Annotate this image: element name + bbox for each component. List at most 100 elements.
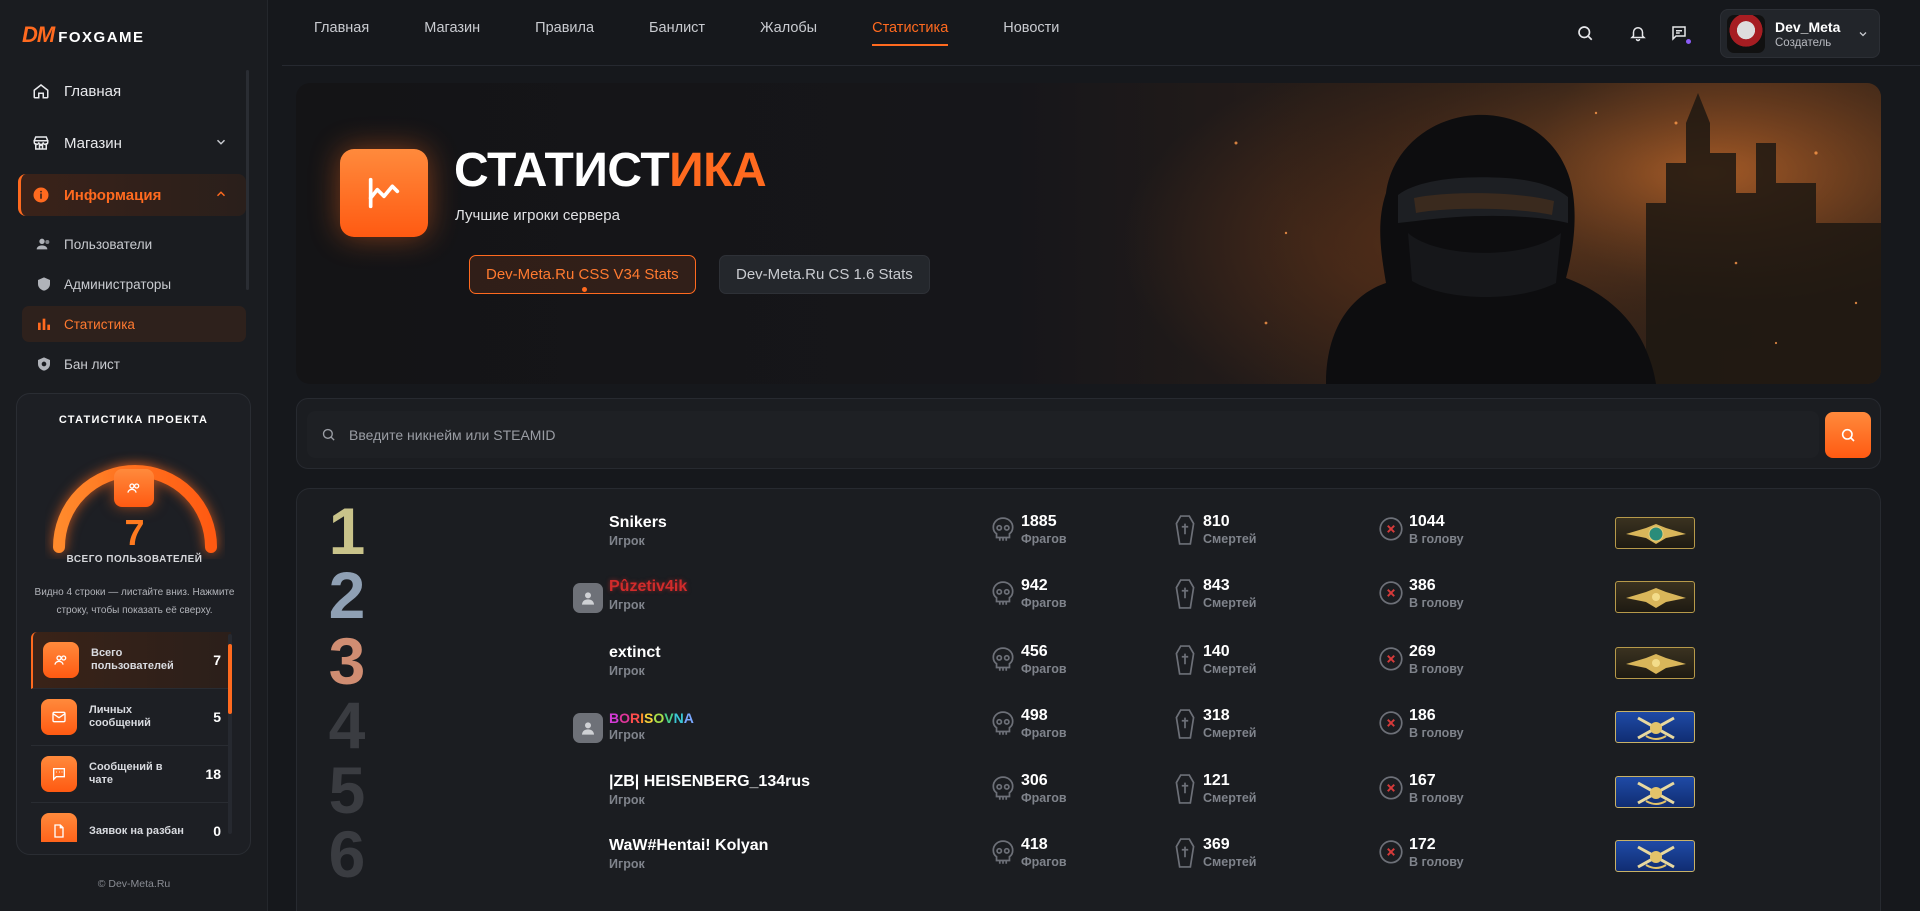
mail-icon	[41, 699, 77, 735]
headshot-icon	[1377, 579, 1405, 609]
tab-home[interactable]: Главная	[314, 0, 369, 56]
table-row[interactable]: 4 BORISOVNA Игрок 498 Фрагов 318 Смертей 186 В г…	[297, 689, 1880, 761]
bar-chart-icon	[36, 316, 52, 332]
deaths-label: Смертей	[1203, 662, 1257, 676]
stats-list-scrollbar[interactable]	[228, 634, 232, 834]
frags-stat: 306 Фрагов	[989, 772, 1067, 806]
sidebar-item-home[interactable]: Главная	[18, 70, 246, 112]
logo-text: FOXGAME	[58, 29, 145, 46]
frags-stat: 456 Фрагов	[989, 643, 1067, 677]
table-row[interactable]: 2 Pûzetiv4ik Игрок 942 Фрагов 843 Смертей 386 В …	[297, 559, 1880, 631]
headshot-icon	[1377, 515, 1405, 545]
table-row[interactable]: 6 WaW#Hentai! Kolyan Игрок 418 Фрагов 369 Смер…	[297, 818, 1880, 890]
stats-row-chat-messages[interactable]: Сообщений в чате 18	[31, 746, 231, 803]
player-name[interactable]: extinct	[609, 644, 661, 662]
tab-shop[interactable]: Магазин	[424, 0, 480, 56]
table-row[interactable]: 1 Snikers Игрок 1885 Фрагов 810 Смертей 1044 В г…	[297, 495, 1880, 567]
server-tab-css[interactable]: Dev-Meta.Ru CSS V34 Stats	[469, 255, 696, 294]
sidebar-item-label: Главная	[64, 82, 122, 100]
headshots-value: 167	[1409, 772, 1436, 789]
sidebar-item-shop[interactable]: Магазин	[18, 122, 246, 164]
avatar	[1727, 14, 1765, 53]
skull-icon	[989, 774, 1017, 804]
bell-icon[interactable]	[1627, 22, 1649, 44]
tab-news[interactable]: Новости	[1003, 0, 1059, 56]
users-icon	[36, 236, 52, 252]
sidebar-item-users[interactable]: Пользователи	[22, 226, 246, 262]
chevron-up-icon	[214, 187, 228, 201]
rank-badge-icon	[1615, 776, 1695, 808]
trend-chart-icon	[340, 149, 428, 237]
stats-row-total-users[interactable]: Всего пользователей 7	[31, 632, 231, 689]
player-name[interactable]: BORISOVNA	[609, 710, 694, 726]
player-avatar[interactable]	[573, 713, 603, 743]
sidebar-scrollbar[interactable]	[246, 70, 249, 290]
player-avatar[interactable]	[573, 583, 603, 613]
project-stats-card: СТАТИСТИКА ПРОЕКТА 7 ВСЕГО ПОЛЬЗОВАТЕЛЕЙ…	[16, 393, 251, 855]
headshots-stat: 386 В голову	[1377, 577, 1464, 611]
headshots-value: 186	[1409, 707, 1436, 724]
search-button[interactable]	[1825, 412, 1871, 458]
headshot-icon	[1377, 774, 1405, 804]
table-row[interactable]: 3 extinct Игрок 456 Фрагов 140 Смертей 269 В гол…	[297, 625, 1880, 697]
deaths-label: Смертей	[1203, 532, 1257, 546]
headshots-stat: 172 В голову	[1377, 836, 1464, 870]
sidebar-item-admins[interactable]: Администраторы	[22, 266, 246, 302]
shield-icon	[36, 276, 52, 292]
rank-number: 1	[328, 494, 366, 568]
player-role: Игрок	[609, 857, 645, 871]
user-menu[interactable]: Dev_Meta Создатель	[1720, 9, 1880, 58]
server-tab-cs16[interactable]: Dev-Meta.Ru CS 1.6 Stats	[719, 255, 930, 294]
skull-icon	[989, 579, 1017, 609]
logo[interactable]: DM FOXGAME	[22, 22, 145, 48]
search-icon[interactable]	[1574, 22, 1596, 44]
sidebar-item-label: Информация	[64, 186, 162, 204]
rank-number: 6	[328, 817, 366, 891]
player-name[interactable]: Pûzetiv4ik	[609, 578, 687, 596]
deaths-stat: 140 Смертей	[1171, 643, 1256, 677]
player-role: Игрок	[609, 793, 645, 807]
player-name[interactable]: Snikers	[609, 514, 667, 532]
stats-row-label: Сообщений в чате	[89, 761, 163, 786]
sidebar-item-banlist[interactable]: Бан лист	[22, 346, 246, 382]
tab-complaints[interactable]: Жалобы	[760, 0, 817, 56]
store-icon	[32, 134, 50, 152]
frags-value: 418	[1021, 836, 1048, 853]
tab-rules[interactable]: Правила	[535, 0, 594, 56]
deaths-stat: 810 Смертей	[1171, 513, 1256, 547]
headshots-label: В голову	[1409, 662, 1464, 676]
deaths-label: Смертей	[1203, 596, 1257, 610]
stats-row-label: Личных сообщений	[89, 704, 151, 729]
hero-banner: СТАТИСТИКА Лучшие игроки сервера Dev-Met…	[296, 83, 1881, 384]
player-name[interactable]: |ZB| HEISENBERG_134rus	[609, 773, 810, 791]
frags-label: Фрагов	[1021, 532, 1067, 546]
chevron-down-icon	[214, 135, 228, 149]
project-stats-title: СТАТИСТИКА ПРОЕКТА	[58, 414, 209, 426]
table-row[interactable]: 5 |ZB| HEISENBERG_134rus Игрок 306 Фрагов 121…	[297, 754, 1880, 826]
headshots-label: В голову	[1409, 791, 1464, 805]
frags-value: 456	[1021, 643, 1048, 660]
sidebar-submenu: Пользователи Администраторы Статистика Б…	[22, 226, 246, 382]
sidebar-item-stats[interactable]: Статистика	[22, 306, 246, 342]
users-icon	[114, 469, 154, 507]
coffin-icon	[1171, 645, 1199, 675]
search-input[interactable]	[349, 414, 1749, 455]
stats-row-unban-requests[interactable]: Заявок на разбан 0	[31, 803, 231, 842]
stats-row-private-messages[interactable]: Личных сообщений 5	[31, 689, 231, 746]
tab-stats[interactable]: Статистика	[872, 0, 949, 56]
messages-icon[interactable]	[1668, 22, 1693, 46]
sidebar-item-label: Администраторы	[64, 276, 172, 292]
rank-badge-icon	[1615, 581, 1695, 613]
tab-banlist[interactable]: Банлист	[649, 0, 705, 56]
sidebar-item-info[interactable]: Информация	[18, 174, 246, 216]
copyright: © Dev-Meta.Ru	[97, 878, 171, 890]
player-name[interactable]: WaW#Hentai! Kolyan	[609, 837, 768, 855]
users-icon	[43, 642, 79, 678]
user-name: Dev_Meta	[1775, 18, 1841, 35]
skull-icon	[989, 838, 1017, 868]
frags-stat: 418 Фрагов	[989, 836, 1067, 870]
stats-row-value: 5	[213, 709, 221, 725]
headshot-icon	[1377, 645, 1405, 675]
sidebar: DM FOXGAME Главная Магазин Информация По…	[0, 0, 268, 911]
player-role: Игрок	[609, 728, 645, 742]
